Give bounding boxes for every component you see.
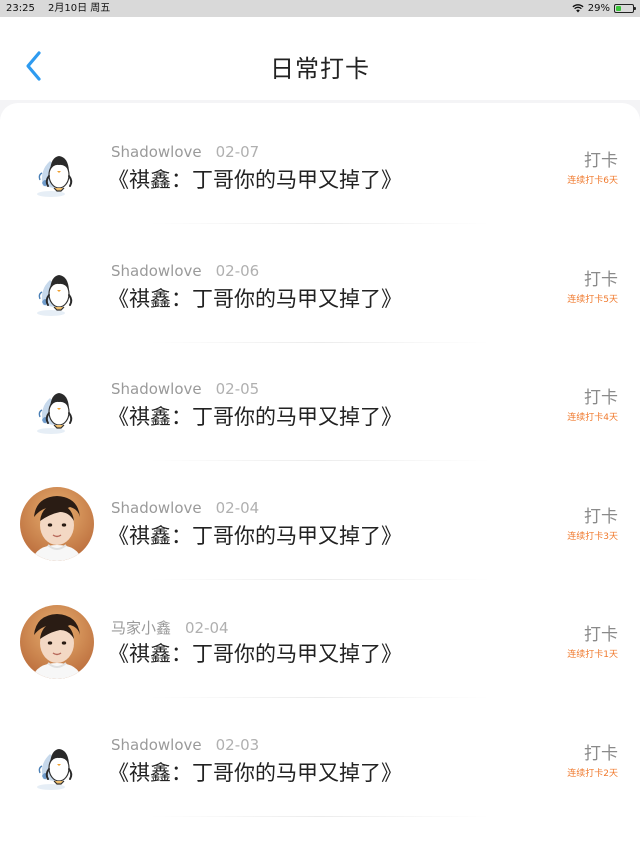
checkin-button[interactable]: 打卡 [584, 383, 618, 408]
checkin-item[interactable]: 马家小鑫 02-04 《祺鑫：丁哥你的马甲又掉了》 打卡连续打卡1天 [0, 580, 640, 698]
status-right: 29% [572, 0, 636, 17]
status-left: 23:25 2月10日 周五 [6, 0, 110, 17]
checkin-item[interactable]: Shadowlove 02-07 《祺鑫：丁哥你的马甲又掉了》 打卡连续打卡6天 [0, 106, 640, 224]
username[interactable]: Shadowlove [111, 736, 202, 754]
username[interactable]: Shadowlove [111, 380, 202, 398]
username[interactable]: Shadowlove [111, 262, 202, 280]
page-title: 日常打卡 [270, 55, 370, 83]
item-meta: Shadowlove 02-06 [111, 262, 259, 280]
status-date: 2月10日 周五 [48, 3, 111, 14]
streak-label: 连续打卡4天 [567, 413, 618, 423]
battery-icon [614, 4, 636, 13]
streak-label: 连续打卡3天 [567, 531, 618, 542]
nav-header: 日常打卡 [0, 17, 640, 100]
checkin-button[interactable]: 打卡 [584, 265, 618, 290]
wifi-icon [572, 4, 584, 13]
topic-title[interactable]: 《祺鑫：丁哥你的马甲又掉了》 [108, 638, 402, 668]
checkin-button[interactable]: 打卡 [584, 502, 618, 527]
battery-percent: 29% [587, 3, 610, 14]
topic-title[interactable]: 《祺鑫：丁哥你的马甲又掉了》 [108, 757, 402, 787]
checkin-button[interactable]: 打卡 [584, 146, 618, 171]
topic-title[interactable]: 《祺鑫：丁哥你的马甲又掉了》 [108, 164, 402, 194]
username[interactable]: Shadowlove [111, 143, 202, 161]
topic-title[interactable]: 《祺鑫：丁哥你的马甲又掉了》 [108, 520, 402, 550]
checkin-button[interactable]: 打卡 [584, 739, 618, 764]
penguin-avatar-icon[interactable] [20, 723, 94, 798]
checkin-item[interactable]: Shadowlove 02-06 《祺鑫：丁哥你的马甲又掉了》 打卡连续打卡5天 [0, 225, 640, 343]
item-date: 02-04 [215, 498, 260, 517]
streak-label: 连续打卡1天 [567, 650, 618, 660]
item-meta: Shadowlove 02-04 [111, 499, 259, 517]
streak-label: 连续打卡5天 [567, 294, 618, 305]
item-meta: Shadowlove 02-05 [111, 380, 259, 398]
penguin-avatar-icon[interactable] [20, 249, 94, 324]
streak-label: 连续打卡2天 [567, 768, 618, 779]
battery-level [616, 6, 621, 11]
username[interactable]: 马家小鑫 [111, 619, 171, 637]
checkin-item[interactable]: Shadowlove 02-03 《祺鑫：丁哥你的马甲又掉了》 打卡连续打卡2天 [0, 699, 640, 817]
topic-title[interactable]: 《祺鑫：丁哥你的马甲又掉了》 [108, 283, 402, 313]
item-meta: Shadowlove 02-03 [111, 736, 259, 754]
penguin-avatar-icon[interactable] [20, 131, 94, 205]
checkin-button[interactable]: 打卡 [584, 620, 618, 645]
item-date: 02-06 [215, 261, 260, 280]
item-meta: Shadowlove 02-07 [111, 143, 259, 161]
item-date: 02-03 [215, 735, 260, 754]
username[interactable]: Shadowlove [111, 499, 202, 517]
item-date: 02-05 [215, 380, 260, 398]
checkin-item[interactable]: Shadowlove 02-04 《祺鑫：丁哥你的马甲又掉了》 打卡连续打卡3天 [0, 462, 640, 580]
item-date: 02-04 [185, 619, 229, 637]
item-meta: 马家小鑫 02-04 [111, 617, 229, 638]
streak-label: 连续打卡6天 [567, 176, 618, 186]
topic-title[interactable]: 《祺鑫：丁哥你的马甲又掉了》 [108, 401, 402, 431]
penguin-avatar-icon[interactable] [20, 368, 94, 442]
item-date: 02-07 [215, 143, 260, 161]
checkin-list: Shadowlove 02-07 《祺鑫：丁哥你的马甲又掉了》 打卡 连续打卡6天 Sh… [0, 103, 640, 863]
avatar-photo[interactable] [20, 486, 94, 561]
status-time: 23:25 [6, 3, 35, 14]
avatar-photo[interactable] [20, 605, 94, 679]
checkin-item[interactable]: Shadowlove 02-05 《祺鑫：丁哥你的马甲又掉了》 打卡连续打卡4天 [0, 343, 640, 461]
status-bar: 23:25 2月10日 周五 29% [0, 0, 640, 17]
item-divider [150, 815, 490, 817]
